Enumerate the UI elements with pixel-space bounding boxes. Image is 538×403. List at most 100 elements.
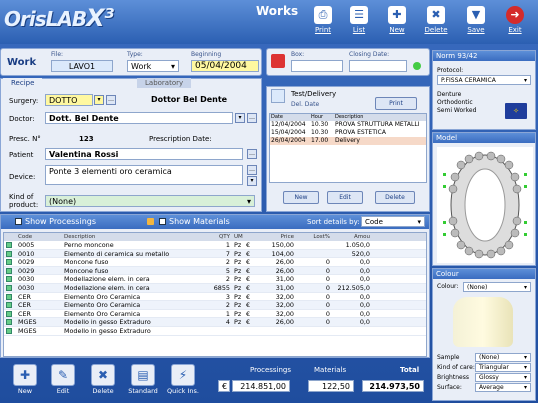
table-row[interactable]: 0010 Elemento di ceramica su metallo 7 Pz €1… — [4, 249, 426, 259]
chevron-down-icon[interactable]: ▾ — [247, 176, 257, 186]
device-field[interactable]: Ponte 3 elementi oro ceramica — [45, 165, 243, 185]
doctor-lookup-button[interactable]: … — [247, 113, 257, 123]
device-lookup-button[interactable]: … — [247, 165, 257, 175]
cell-um: Pz — [234, 283, 242, 292]
kind-of-care-select[interactable]: Triangular ▾ — [475, 363, 531, 372]
show-materials-checkbox[interactable] — [159, 218, 166, 225]
print-button[interactable]: ⎙ Print — [305, 6, 341, 40]
table-row[interactable]: 0029 Moncone fuso 5 Pz €26,00 0 0,0 — [4, 266, 426, 276]
standard-icon: ▤ — [131, 364, 155, 386]
doctor-field[interactable]: Dott. Bel Dente — [45, 112, 233, 124]
table-row[interactable]: 0005 Perno moncone 1 Pz €150,00 1.050,0 — [4, 241, 426, 250]
surgery-lookup-button[interactable]: … — [106, 95, 116, 105]
table-row[interactable]: CER Elemento Oro Ceramica 1 Pz €32,00 0 0,0 — [4, 310, 426, 319]
row-check-cell — [4, 327, 16, 335]
new-test-button[interactable]: New — [283, 191, 319, 204]
work-label: Work — [7, 57, 37, 68]
cell-um: Pz — [234, 318, 242, 326]
table-row[interactable]: 0030 Modellazione elem. in cera 6855 Pz €31,… — [4, 283, 426, 293]
list-item[interactable]: Denture — [437, 91, 476, 99]
exit-button[interactable]: ➜ Exit — [497, 6, 533, 40]
chevron-down-icon[interactable]: ▾ — [94, 95, 104, 105]
cell-desc: Modellazione elem. in cera — [64, 275, 150, 283]
chevron-down-icon[interactable]: ▾ — [235, 113, 245, 123]
cell-code: CER — [18, 309, 31, 318]
chevron-down-icon: ▾ — [523, 354, 527, 361]
table-row[interactable]: CER Elemento Oro Ceramica 2 Pz €32,00 0 0,0 — [4, 301, 426, 310]
row-check-icon[interactable] — [6, 302, 12, 309]
row-check-icon[interactable] — [6, 327, 12, 334]
sample-select[interactable]: (None) ▾ — [475, 353, 531, 362]
sample-label: Sample — [437, 354, 460, 361]
row-check-icon[interactable] — [6, 267, 12, 274]
show-processings-checkbox[interactable] — [15, 218, 22, 225]
surface-select[interactable]: Average ▾ — [475, 383, 531, 392]
list-button[interactable]: ☰ List — [341, 6, 377, 40]
table-row[interactable]: 15/04/2004 10.30 PROVA ESTETICA — [270, 129, 426, 137]
cell-qty: 3 — [225, 292, 230, 301]
delete-icon: ✖ — [91, 364, 115, 386]
delete-item-button[interactable]: ✖ Delete — [86, 364, 120, 400]
beginning-date-field[interactable]: 05/04/2004 — [191, 60, 259, 72]
row-check-icon[interactable] — [6, 319, 12, 326]
brightness-select[interactable]: Glossy ▾ — [475, 373, 531, 382]
cell-code: 0030 — [18, 275, 35, 283]
table-row[interactable]: 0030 Modellazione elem. in cera 2 Pz €31,00 0… — [4, 275, 426, 284]
surgery-code-field[interactable]: DOTTO — [45, 94, 93, 106]
type-select[interactable]: Work ▾ — [127, 60, 179, 72]
table-row[interactable]: 12/04/2004 10.30 PROVA STRUTTURA METALLI — [270, 121, 426, 129]
row-check-icon[interactable] — [6, 259, 12, 266]
delete-test-button[interactable]: Delete — [375, 191, 415, 204]
cell-lost: 0 — [325, 301, 330, 309]
presc-number-value[interactable]: 123 — [79, 135, 94, 143]
tab-laboratory[interactable]: Laboratory — [137, 78, 192, 88]
cell-cur: € — [246, 275, 251, 283]
patient-field[interactable]: Valentina Rossi — [45, 148, 243, 160]
row-check-icon[interactable] — [6, 293, 12, 300]
tab-recipe[interactable]: Recipe — [3, 78, 43, 88]
list-item[interactable]: Orthodontic — [437, 99, 476, 107]
box-field[interactable] — [291, 60, 343, 72]
new-button[interactable]: ✚ New — [379, 6, 415, 40]
patient-lookup-button[interactable]: … — [247, 149, 257, 159]
row-check-icon[interactable] — [6, 310, 12, 317]
row-check-icon[interactable] — [6, 250, 12, 257]
table-row[interactable]: CER Elemento Oro Ceramica 3 Pz €32,00 0 0,0 — [4, 293, 426, 302]
sort-select[interactable]: Code ▾ — [361, 216, 425, 227]
brightness-label: Brightness — [437, 374, 469, 381]
print-button[interactable]: Print — [375, 97, 417, 110]
cell-um: Pz — [234, 258, 242, 266]
table-row[interactable]: MGES Modello in gesso Extraduro 4 Pz €26,00 0… — [4, 318, 426, 327]
delete-button[interactable]: ✖ Delete — [418, 6, 454, 40]
cell-qty: 6855 — [213, 283, 230, 292]
list-item[interactable]: Semi Worked — [437, 107, 476, 115]
edit-icon: ✎ — [51, 364, 75, 386]
save-button[interactable]: ▼ Save — [458, 6, 494, 40]
table-row[interactable]: 26/04/2004 17.00 Delivery — [270, 137, 426, 145]
teeth-chart-icon[interactable] — [437, 147, 533, 263]
edit-item-button[interactable]: ✎ Edit — [46, 364, 80, 400]
colour-select[interactable]: (None) ▾ — [463, 282, 531, 292]
row-check-cell — [4, 293, 16, 301]
row-check-icon[interactable] — [6, 276, 12, 283]
test-delivery-panel: Test/Delivery Del. Date Print Date Hour … — [266, 86, 430, 212]
table-row[interactable]: MGES Modello in gesso Extraduro — [4, 327, 426, 336]
closing-date-field[interactable] — [349, 60, 407, 72]
edit-test-button[interactable]: Edit — [327, 191, 363, 204]
protocol-select[interactable]: P.FISSA CERAMICA ▾ — [437, 75, 531, 85]
patient-label: Patient — [9, 151, 34, 159]
quick-insert-button[interactable]: ⚡ Quick Ins. — [166, 364, 200, 400]
kind-of-product-select[interactable]: (None) ▾ — [45, 195, 255, 207]
materials-total-value: 122,50 — [308, 380, 354, 392]
app-logo: OrisLABX³ — [4, 4, 114, 32]
table-row[interactable]: 0029 Moncone fuso 2 Pz €26,00 0 0,0 — [4, 258, 426, 267]
show-materials-label: Show Materials — [169, 217, 230, 226]
standard-button[interactable]: ▤ Standard — [126, 364, 160, 400]
file-field[interactable]: LAVO1 — [51, 60, 113, 72]
materials-icon — [147, 218, 154, 225]
table-header: Date Hour Description — [270, 114, 426, 121]
new-item-button[interactable]: ✚ New — [8, 364, 42, 400]
row-check-icon[interactable] — [6, 242, 12, 248]
row-check-icon[interactable] — [6, 284, 12, 291]
works-window: OrisLABX³ Works ⎙ Print ☰ List ✚ New ✖ Delet… — [0, 0, 538, 403]
